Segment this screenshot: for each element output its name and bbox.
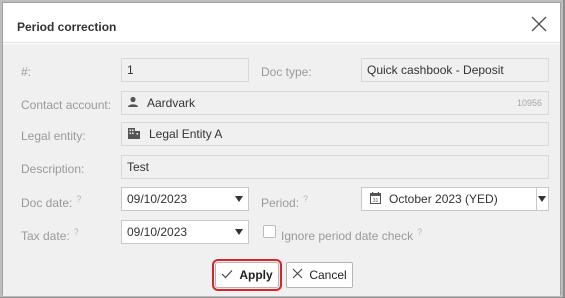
doc-date-help-icon[interactable]: ? xyxy=(76,194,81,204)
ignore-period-label: Ignore period date check? xyxy=(281,227,422,243)
doc-date-label: Doc date:? xyxy=(21,194,81,210)
number-field: 1 xyxy=(121,58,249,82)
period-label-text: Period: xyxy=(261,196,300,210)
person-icon xyxy=(127,93,139,114)
period-label: Period:? xyxy=(261,194,308,210)
tax-date-help-icon[interactable]: ? xyxy=(74,227,79,237)
svg-text:31: 31 xyxy=(373,198,379,204)
dialog-header: Period correction xyxy=(3,3,560,43)
tax-date-label: Tax date:? xyxy=(21,227,79,243)
number-value: 1 xyxy=(127,63,134,77)
description-label: Description: xyxy=(21,162,85,176)
building-icon xyxy=(127,124,141,145)
doc-type-value: Quick cashbook - Deposit xyxy=(367,63,504,77)
contact-account-label: Contact account: xyxy=(21,98,112,112)
legal-entity-value: Legal Entity A xyxy=(149,127,223,141)
period-value: October 2023 (YED) xyxy=(389,192,498,206)
number-label: #: xyxy=(21,65,32,79)
contact-account-value: Aardvark xyxy=(147,96,196,110)
ignore-period-help-icon[interactable]: ? xyxy=(417,227,422,237)
period-correction-dialog: Period correction #: 1 Doc type: Quick c… xyxy=(2,2,561,296)
dialog-title: Period correction xyxy=(17,20,117,34)
description-value: Test xyxy=(127,160,150,174)
doc-date-select[interactable]: 09/10/2023 xyxy=(121,187,249,211)
calendar-icon: 31 xyxy=(370,189,381,210)
checkmark-icon xyxy=(221,268,233,282)
doc-date-label-text: Doc date: xyxy=(21,196,73,210)
cancel-button[interactable]: Cancel xyxy=(286,262,353,288)
chevron-down-icon[interactable] xyxy=(235,229,243,235)
tax-date-label-text: Tax date: xyxy=(21,229,70,243)
tax-date-select[interactable]: 09/10/2023 xyxy=(121,220,249,244)
tax-date-value: 09/10/2023 xyxy=(127,225,188,239)
ignore-period-label-text: Ignore period date check xyxy=(281,229,414,243)
description-field: Test xyxy=(121,155,549,179)
dialog-body: #: 1 Doc type: Quick cashbook - Deposit … xyxy=(3,44,560,296)
legal-entity-label: Legal entity: xyxy=(21,129,86,143)
chevron-down-icon[interactable] xyxy=(235,196,243,202)
legal-entity-field: Legal Entity A xyxy=(121,122,549,146)
close-icon xyxy=(292,268,303,282)
close-icon[interactable] xyxy=(528,13,550,35)
apply-button[interactable]: Apply xyxy=(212,259,282,291)
cancel-button-label: Cancel xyxy=(309,268,347,282)
doc-type-field: Quick cashbook - Deposit xyxy=(361,58,549,82)
contact-account-code: 10956 xyxy=(516,98,542,108)
chevron-down-icon[interactable] xyxy=(538,196,546,202)
period-help-icon[interactable]: ? xyxy=(303,194,308,204)
apply-button-label: Apply xyxy=(239,268,273,282)
doc-type-label: Doc type: xyxy=(261,65,312,79)
ignore-period-checkbox[interactable] xyxy=(263,225,276,238)
period-select[interactable]: 31 October 2023 (YED) xyxy=(361,187,549,211)
period-dropdown-toggle[interactable] xyxy=(536,188,548,210)
contact-account-field: Aardvark 10956 xyxy=(121,91,549,115)
doc-date-value: 09/10/2023 xyxy=(127,192,188,206)
